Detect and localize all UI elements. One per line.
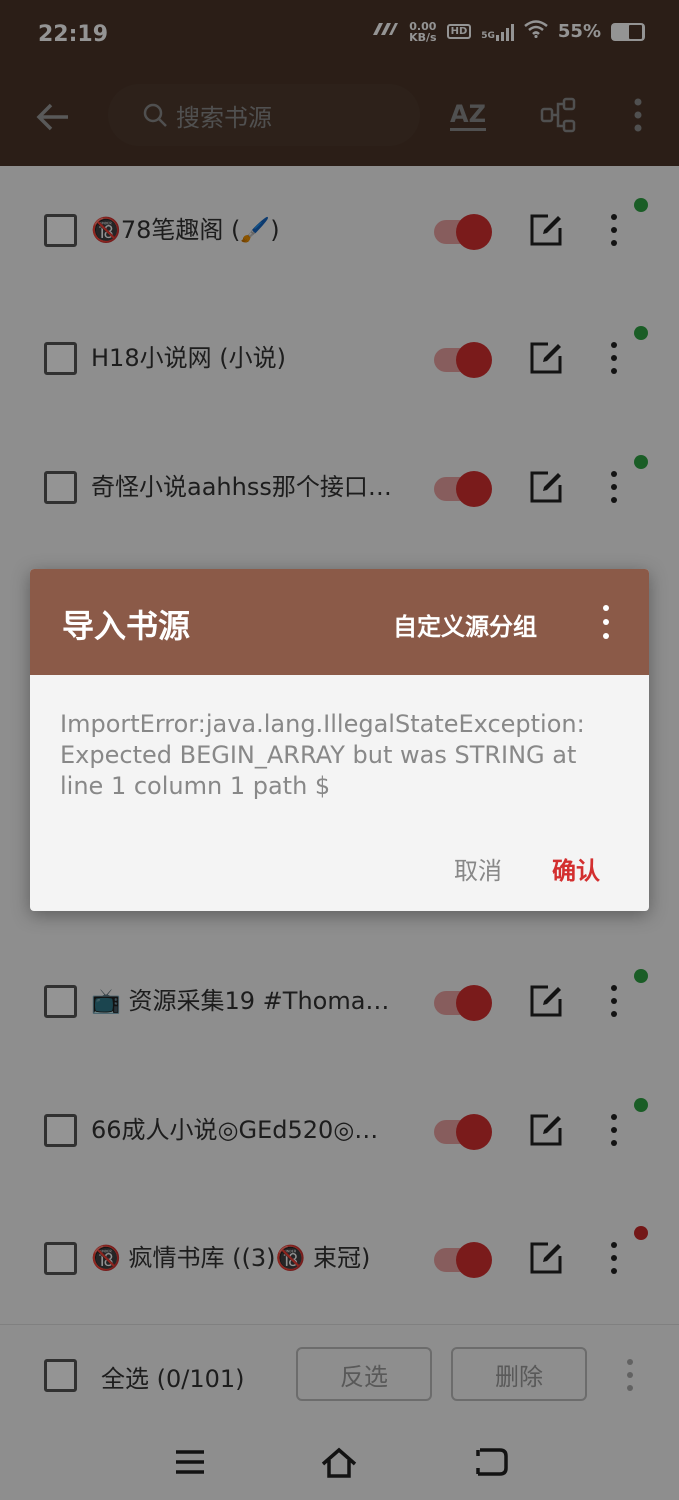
dialog-more-button[interactable] xyxy=(596,603,616,641)
cancel-button[interactable]: 取消 xyxy=(454,851,502,886)
dialog-header: 导入书源 自定义源分组 xyxy=(30,569,649,675)
dialog-title: 导入书源 xyxy=(62,607,191,645)
confirm-button[interactable]: 确认 xyxy=(552,851,600,886)
dialog-message: ImportError:java.lang.IllegalStateExcept… xyxy=(60,710,585,800)
custom-group-button[interactable]: 自定义源分组 xyxy=(393,607,537,642)
import-dialog: 导入书源 自定义源分组 ImportError:java.lang.Illega… xyxy=(30,569,649,911)
